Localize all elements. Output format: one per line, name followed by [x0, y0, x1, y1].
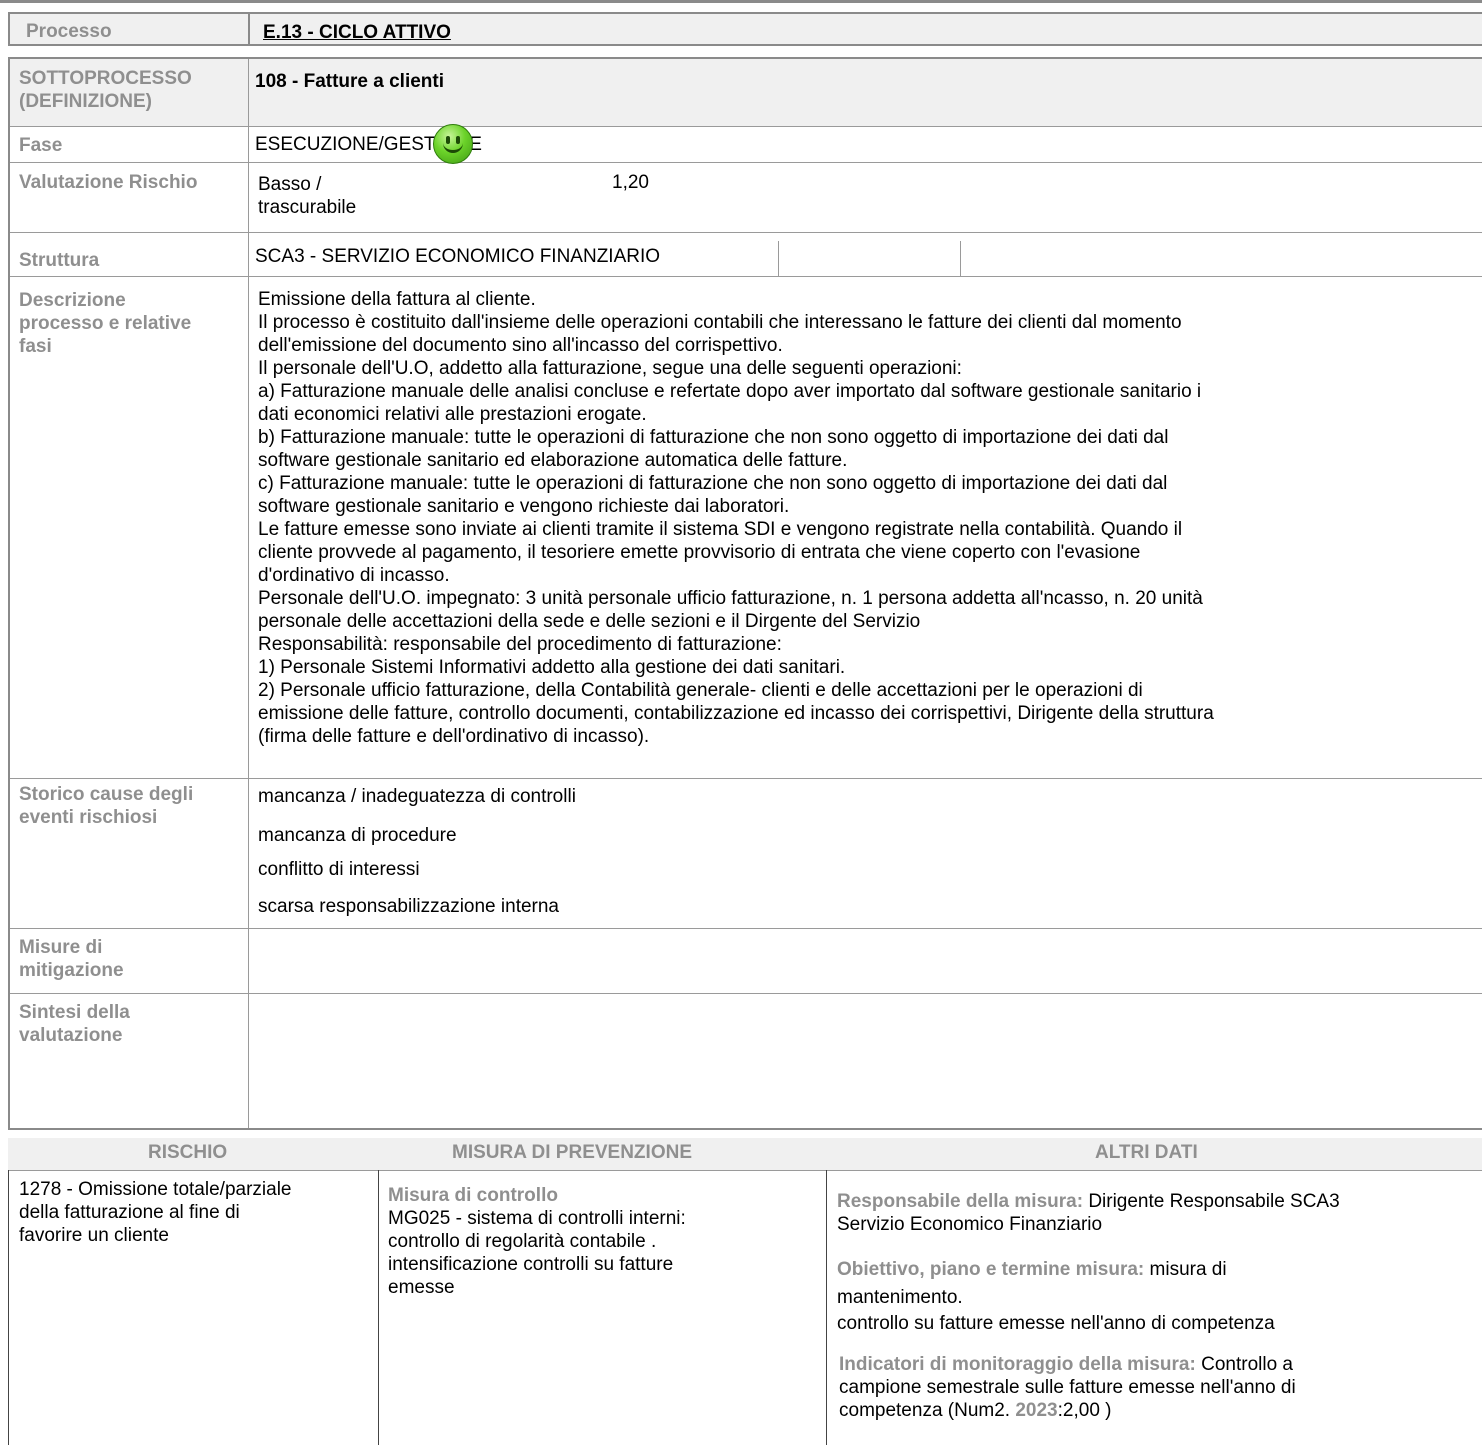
- misura-title: Misura di controllo: [388, 1185, 558, 1206]
- rischio-line: 1278 - Omissione totale/parziale: [19, 1179, 292, 1200]
- divider: [248, 779, 249, 928]
- responsabile-value: Dirigente Responsabile SCA3: [1088, 1191, 1340, 1212]
- risk-level-line: trascurabile: [258, 197, 357, 218]
- row-fase: Fase ESECUZIONE/GESTIONE: [10, 127, 1482, 163]
- divider: [248, 59, 249, 126]
- descrizione-text: Emissione della fattura al cliente. Il p…: [258, 289, 1214, 747]
- divider: [378, 1170, 379, 1445]
- sottoprocesso-label: SOTTOPROCESSO (DEFINIZIONE): [19, 67, 192, 113]
- divider: [8, 1170, 9, 1445]
- label-line: eventi rischiosi: [19, 807, 158, 828]
- indicatori-value: :2,00 ): [1057, 1400, 1112, 1421]
- indicatori-value: competenza (Num2.: [839, 1400, 1016, 1421]
- label-line: valutazione: [19, 1025, 123, 1046]
- process-link[interactable]: E.13 - CICLO ATTIVO: [263, 21, 451, 44]
- row-descrizione: Descrizione processo e relative fasi Emi…: [10, 277, 1482, 779]
- obiettivo-block: Obiettivo, piano e termine misura: misur…: [837, 1258, 1275, 1335]
- label-line: Misure di: [19, 937, 103, 958]
- divider: [826, 1170, 827, 1445]
- responsabile-block: Responsabile della misura: Dirigente Res…: [837, 1190, 1340, 1236]
- storico-label: Storico cause degli eventi rischiosi: [19, 783, 193, 829]
- smiley-mouth: [443, 143, 463, 153]
- sottoprocesso-value: 108 - Fatture a clienti: [255, 71, 445, 92]
- obiettivo-label: Obiettivo, piano e termine misura:: [837, 1259, 1145, 1280]
- misura-cell: Misura di controllo MG025 - sistema di c…: [388, 1184, 686, 1299]
- rischio-line: favorire un cliente: [19, 1225, 169, 1246]
- obiettivo-value: controllo su fatture emesse nell'anno di…: [837, 1313, 1275, 1334]
- divider: [248, 994, 249, 1128]
- row-sintesi: Sintesi della valutazione: [10, 994, 1482, 1128]
- label-line: mitigazione: [19, 960, 124, 981]
- label-line: (DEFINIZIONE): [19, 91, 152, 112]
- responsabile-label: Responsabile della misura:: [837, 1191, 1084, 1212]
- label-line: Descrizione: [19, 290, 126, 311]
- indicatori-value: campione semestrale sulle fatture emesse…: [839, 1377, 1296, 1398]
- rischio-cell: 1278 - Omissione totale/parziale della f…: [19, 1178, 291, 1247]
- process-details-table: SOTTOPROCESSO (DEFINIZIONE) 108 - Fattur…: [8, 57, 1482, 1130]
- divider: [248, 277, 249, 778]
- header-rischio: RISCHIO: [148, 1142, 228, 1163]
- row-valutazione: Valutazione Rischio Basso / trascurabile…: [10, 163, 1482, 233]
- cause-item: conflitto di interessi: [258, 859, 420, 880]
- risk-table-header: RISCHIO MISURA DI PREVENZIONE ALTRI DATI: [8, 1138, 1482, 1171]
- struttura-label: Struttura: [19, 250, 100, 271]
- obiettivo-value: misura di: [1149, 1259, 1227, 1280]
- responsabile-value: Servizio Economico Finanziario: [837, 1214, 1103, 1235]
- label-line: Sintesi della: [19, 1002, 130, 1023]
- header-misura: MISURA DI PREVENZIONE: [452, 1142, 692, 1163]
- label-line: Storico cause degli: [19, 784, 194, 805]
- valutazione-label: Valutazione Rischio: [19, 172, 198, 193]
- risk-level: Basso / trascurabile: [258, 173, 356, 219]
- divider: [248, 929, 249, 993]
- divider: [778, 241, 779, 277]
- indicatori-value: Controllo a: [1201, 1354, 1293, 1375]
- row-sottoprocesso: SOTTOPROCESSO (DEFINIZIONE) 108 - Fattur…: [10, 59, 1482, 127]
- label-line: SOTTOPROCESSO: [19, 68, 192, 89]
- misura-line: controllo di regolarità contabile .: [388, 1231, 657, 1252]
- misura-line: intensificazione controlli su fatture: [388, 1254, 674, 1275]
- process-header: Processo E.13 - CICLO ATTIVO: [8, 12, 1482, 46]
- obiettivo-value: mantenimento.: [837, 1287, 963, 1308]
- row-struttura: Struttura SCA3 - SERVIZIO ECONOMICO FINA…: [10, 233, 1482, 277]
- divider: [960, 241, 961, 277]
- rischio-line: della fatturazione al fine di: [19, 1202, 240, 1223]
- row-misure: Misure di mitigazione: [10, 929, 1482, 994]
- misura-line: MG025 - sistema di controlli interni:: [388, 1208, 686, 1229]
- sintesi-label: Sintesi della valutazione: [19, 1001, 130, 1047]
- divider: [248, 127, 249, 162]
- top-border: [0, 0, 1482, 3]
- indicatori-label: Indicatori di monitoraggio della misura:: [839, 1354, 1196, 1375]
- label-line: fasi: [19, 336, 52, 357]
- divider: [248, 163, 249, 232]
- struttura-value: SCA3 - SERVIZIO ECONOMICO FINANZIARIO: [255, 246, 661, 267]
- fase-label: Fase: [19, 135, 63, 156]
- row-storico: Storico cause degli eventi rischiosi man…: [10, 779, 1482, 929]
- risk-level-line: Basso /: [258, 174, 322, 195]
- cause-item: mancanza di procedure: [258, 825, 457, 846]
- risk-score: 1,20: [612, 172, 649, 193]
- smiley-green-icon: [433, 124, 473, 164]
- indicatori-block: Indicatori di monitoraggio della misura:…: [839, 1353, 1296, 1422]
- cause-item: mancanza / inadeguatezza di controlli: [258, 786, 576, 807]
- misure-label: Misure di mitigazione: [19, 936, 124, 982]
- header-altri-dati: ALTRI DATI: [1095, 1142, 1198, 1163]
- label-line: processo e relative: [19, 313, 192, 334]
- divider: [248, 233, 249, 276]
- divider: [248, 14, 250, 45]
- descrizione-label: Descrizione processo e relative fasi: [19, 289, 191, 358]
- indicatori-year: 2023: [1015, 1400, 1058, 1421]
- risk-table-body: 1278 - Omissione totale/parziale della f…: [8, 1170, 1482, 1445]
- misura-line: emesse: [388, 1277, 455, 1298]
- process-label: Processo: [26, 21, 112, 42]
- cause-item: scarsa responsabilizzazione interna: [258, 896, 559, 917]
